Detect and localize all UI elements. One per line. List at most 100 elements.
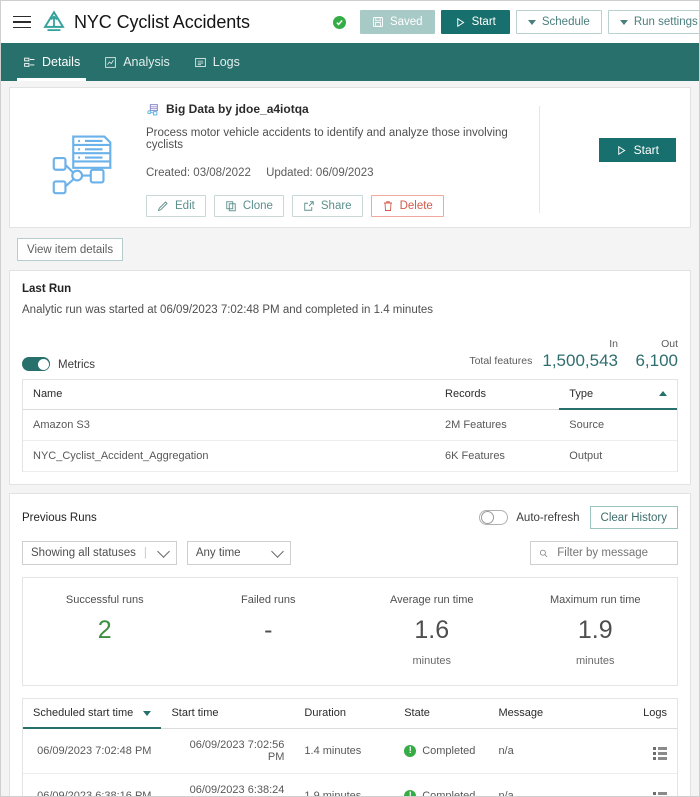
auto-refresh-toggle[interactable] <box>479 510 509 525</box>
delete-button-label: Delete <box>399 200 433 212</box>
run-state: ! Completed <box>394 728 489 774</box>
total-features-summary: Total features In 1,500,543 Out 6,100 <box>469 338 678 371</box>
metrics-table-wrapper: Name Records Type Amazon S3 2M Features <box>22 379 678 472</box>
runs-col-message[interactable]: Message <box>488 699 611 729</box>
features-out-stat: Out 6,100 <box>618 338 678 371</box>
last-run-text: Analytic run was started at 06/09/2023 7… <box>22 304 434 316</box>
tab-details-label: Details <box>42 55 81 69</box>
maximum-run-time-unit: minutes <box>575 655 615 667</box>
metrics-row-type: Output <box>559 440 677 472</box>
run-duration: 1.4 minutes <box>294 728 395 774</box>
item-description: Process motor vehicle accidents to ident… <box>146 127 508 151</box>
metrics-row-records: 6K Features <box>435 440 560 472</box>
metrics-col-type[interactable]: Type <box>559 380 677 410</box>
auto-refresh-label: Auto-refresh <box>516 511 580 524</box>
runs-col-duration[interactable]: Duration <box>294 699 395 729</box>
run-state: ! Completed <box>394 773 489 796</box>
start-button-card[interactable]: Start <box>598 138 676 162</box>
table-row[interactable]: 06/09/2023 7:02:48 PM 06/09/2023 7:02:56… <box>23 728 677 774</box>
features-in-stat: In 1,500,543 <box>542 338 618 371</box>
analytics-logo-icon <box>43 10 65 32</box>
last-run-panel: Last Run Analytic run was started at 06/… <box>9 270 691 485</box>
runs-col-logs[interactable]: Logs <box>610 699 677 729</box>
item-type-label: Big Data by jdoe_a4iotqa <box>166 102 309 116</box>
tab-analysis[interactable]: Analysis <box>92 43 182 81</box>
failed-runs-label: Failed runs <box>241 594 296 606</box>
log-list-icon[interactable] <box>653 792 667 796</box>
chevron-down-icon <box>619 19 628 25</box>
features-in-value: 1,500,543 <box>542 351 618 370</box>
table-row[interactable]: Amazon S3 2M Features Source <box>23 409 677 441</box>
saved-button-label: Saved <box>389 16 423 28</box>
big-data-badge-icon <box>147 103 158 115</box>
metrics-col-type-label: Type <box>569 388 594 400</box>
clone-button[interactable]: Clone <box>213 195 284 217</box>
time-filter-select[interactable]: Any time <box>186 541 291 565</box>
maximum-run-time-stat: Maximum run time 1.9 minutes <box>514 594 678 667</box>
start-button-header[interactable]: Start <box>440 10 510 34</box>
tab-details[interactable]: Details <box>11 43 92 81</box>
previous-runs-header: Previous Runs Auto-refresh Clear History <box>10 494 690 529</box>
failed-runs-stat: Failed runs - <box>187 594 351 667</box>
table-row[interactable]: 06/09/2023 6:38:16 PM 06/09/2023 6:38:24… <box>23 773 677 796</box>
previous-runs-panel: Previous Runs Auto-refresh Clear History… <box>9 493 691 796</box>
chevron-down-icon <box>270 545 284 558</box>
run-scheduled-start-time: 06/09/2023 6:38:16 PM <box>23 773 162 796</box>
run-settings-button[interactable]: Run settings <box>607 10 699 34</box>
runs-col-scheduled-start-time[interactable]: Scheduled start time <box>23 699 162 729</box>
tab-analysis-label: Analysis <box>123 55 170 69</box>
item-updated-date: Updated: 06/09/2023 <box>266 167 374 179</box>
tab-logs[interactable]: Logs <box>182 43 252 81</box>
metrics-header-row: Metrics Total features In 1,500,543 Out … <box>10 326 690 379</box>
maximum-run-time-label: Maximum run time <box>550 594 641 606</box>
successful-runs-value: 2 <box>97 616 112 644</box>
time-filter-value: Any time <box>195 547 241 559</box>
run-message: n/a <box>488 728 611 774</box>
run-duration: 1.9 minutes <box>294 773 395 796</box>
run-logs-cell <box>610 728 677 774</box>
metrics-toggle[interactable] <box>22 357 50 371</box>
search-input[interactable] <box>555 546 669 560</box>
card-divider <box>539 106 540 213</box>
clear-history-button[interactable]: Clear History <box>589 506 678 529</box>
maximum-run-time-value: 1.9 <box>577 616 613 644</box>
hamburger-menu-icon[interactable] <box>13 11 31 33</box>
clone-icon <box>226 201 236 212</box>
search-icon <box>539 549 548 557</box>
successful-runs-label: Successful runs <box>65 594 144 606</box>
analysis-icon <box>105 56 117 68</box>
card-start-area: Start <box>556 102 676 217</box>
start-button-label: Start <box>471 16 496 28</box>
metrics-col-records[interactable]: Records <box>435 380 560 410</box>
edit-button[interactable]: Edit <box>146 195 206 217</box>
chevron-down-icon <box>156 545 170 558</box>
saved-button[interactable]: Saved <box>359 10 435 34</box>
details-icon <box>24 57 35 67</box>
previous-runs-filters: Showing all statuses | Any time <box>10 529 690 577</box>
big-data-store-icon <box>52 135 112 194</box>
runs-table: Scheduled start time Start time Duration… <box>23 699 677 796</box>
runs-col-scheduled-start-time-label: Scheduled start time <box>33 707 134 719</box>
metrics-col-name[interactable]: Name <box>23 380 436 410</box>
item-summary-card: Big Data by jdoe_a4iotqa Process motor v… <box>9 87 691 228</box>
status-badge: ! <box>404 789 417 796</box>
delete-button[interactable]: Delete <box>370 195 444 217</box>
total-features-label: Total features <box>469 355 533 367</box>
logs-icon <box>194 57 206 67</box>
average-run-time-label: Average run time <box>389 594 474 606</box>
log-list-icon[interactable] <box>653 747 667 760</box>
schedule-button-label: Schedule <box>541 16 590 28</box>
table-row[interactable]: NYC_Cyclist_Accident_Aggregation 6K Feat… <box>23 440 677 472</box>
share-button[interactable]: Share <box>291 195 363 217</box>
message-filter-box[interactable] <box>530 541 678 565</box>
view-item-details-button[interactable]: View item details <box>17 238 124 261</box>
runs-col-start-time[interactable]: Start time <box>161 699 295 729</box>
item-thumbnail <box>24 102 142 217</box>
edit-button-label: Edit <box>175 200 195 212</box>
item-created-date: Created: 03/08/2022 <box>146 167 251 179</box>
clone-button-label: Clone <box>242 200 273 212</box>
runs-col-state[interactable]: State <box>394 699 489 729</box>
status-filter-select[interactable]: Showing all statuses | <box>22 541 177 565</box>
view-item-details-row: View item details <box>9 228 691 270</box>
schedule-button[interactable]: Schedule <box>515 10 602 34</box>
